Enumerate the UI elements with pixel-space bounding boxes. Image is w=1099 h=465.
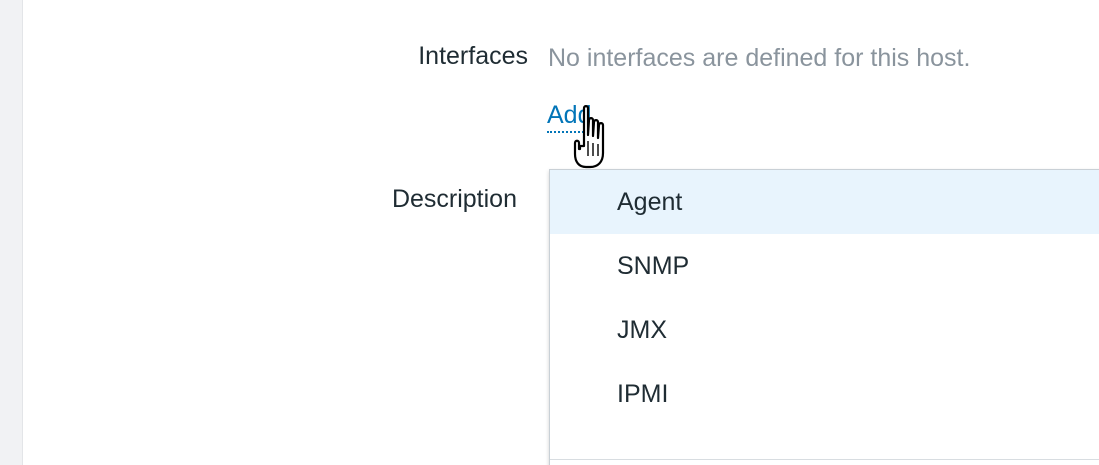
menu-item-label: SNMP bbox=[617, 252, 690, 280]
menu-item-snmp[interactable]: SNMP bbox=[550, 234, 1099, 298]
menu-divider bbox=[550, 459, 1099, 460]
menu-item-label: Agent bbox=[617, 188, 683, 216]
description-label: Description bbox=[391, 185, 517, 213]
interfaces-label: Interfaces bbox=[418, 42, 528, 70]
interfaces-empty-message: No interfaces are defined for this host. bbox=[548, 44, 971, 72]
left-sidebar-edge bbox=[0, 0, 23, 465]
hand-pointer-icon bbox=[573, 105, 605, 169]
menu-item-ipmi[interactable]: IPMI bbox=[550, 362, 1099, 426]
host-form-page: Interfaces No interfaces are defined for… bbox=[0, 0, 1099, 465]
interface-type-menu: Agent SNMP JMX IPMI bbox=[549, 169, 1099, 465]
menu-item-agent[interactable]: Agent bbox=[550, 170, 1099, 234]
menu-item-label: JMX bbox=[617, 316, 667, 344]
menu-item-jmx[interactable]: JMX bbox=[550, 298, 1099, 362]
menu-item-label: IPMI bbox=[617, 380, 669, 408]
